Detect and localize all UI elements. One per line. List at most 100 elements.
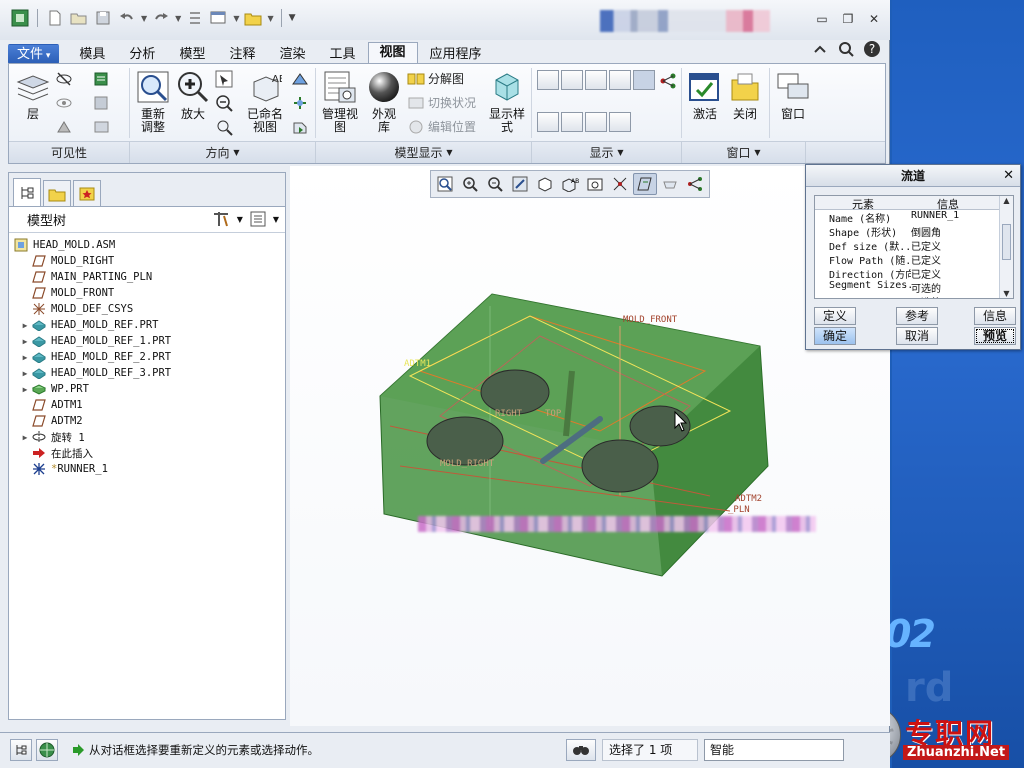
group-display[interactable]: 显示 ▼ bbox=[532, 142, 682, 163]
tree-item[interactable]: ▶ HEAD_MOLD_REF_1.PRT bbox=[9, 333, 285, 349]
plane-display-toggle[interactable] bbox=[537, 70, 559, 90]
cancel-button[interactable]: 取消 bbox=[896, 327, 938, 345]
new-icon[interactable] bbox=[45, 8, 65, 28]
folder-icon[interactable] bbox=[243, 8, 263, 28]
chevron-down-icon[interactable]: ▼ bbox=[237, 215, 243, 224]
show-browser-button[interactable] bbox=[36, 739, 58, 761]
tab-6[interactable]: 工具 bbox=[317, 44, 367, 64]
tree-item[interactable]: ADTM2 bbox=[9, 413, 285, 429]
annotation-display-toggle[interactable] bbox=[633, 70, 655, 90]
spin-icon[interactable] bbox=[215, 118, 233, 136]
tab-3[interactable]: 模型 bbox=[167, 44, 217, 64]
tab-7[interactable]: 视图 bbox=[367, 42, 418, 64]
scroll-down-icon[interactable]: ▼ bbox=[1000, 289, 1013, 298]
table-row[interactable]: Name (名称) RUNNER_1 bbox=[815, 210, 1013, 224]
unhide-icon[interactable] bbox=[55, 118, 73, 136]
expand-arrow-icon[interactable]: ▶ bbox=[19, 337, 31, 346]
help-icon[interactable]: ? bbox=[863, 40, 881, 58]
open-icon[interactable] bbox=[69, 8, 89, 28]
tab-5[interactable]: 渲染 bbox=[267, 44, 317, 64]
scroll-up-icon[interactable]: ▲ bbox=[1000, 196, 1013, 205]
status-save-icon[interactable] bbox=[93, 94, 111, 112]
folder-dropdown-icon[interactable]: ▼ bbox=[267, 14, 273, 23]
tree-item[interactable]: ▶ HEAD_MOLD_REF_2.PRT bbox=[9, 349, 285, 365]
group-model-display[interactable]: 模型显示 ▼ bbox=[316, 142, 532, 163]
zoom-in-button[interactable]: 放大 bbox=[175, 70, 211, 121]
close-icon[interactable]: ✕ bbox=[1003, 165, 1014, 187]
refs-button[interactable]: 参考 bbox=[896, 307, 938, 325]
tab-1[interactable]: 模具 bbox=[67, 44, 117, 64]
redo-dropdown-icon[interactable]: ▼ bbox=[175, 14, 181, 23]
tab-0[interactable]: 文件 ▾ bbox=[8, 44, 60, 64]
tab-8[interactable]: 应用程序 bbox=[418, 44, 494, 64]
table-row[interactable]: ...可选的 bbox=[815, 294, 1013, 298]
search-icon[interactable] bbox=[837, 40, 855, 58]
table-row[interactable]: Flow Path (随...已定义 bbox=[815, 252, 1013, 266]
saved-views-button[interactable]: AB 已命名 视图 bbox=[245, 70, 285, 134]
point-tag-toggle[interactable] bbox=[585, 112, 607, 132]
csys-display-toggle[interactable] bbox=[609, 70, 631, 90]
undo-dropdown-icon[interactable]: ▼ bbox=[141, 14, 147, 23]
info-button[interactable]: 信息 bbox=[974, 307, 1016, 325]
spin-center-icon[interactable] bbox=[659, 72, 677, 90]
tree-item[interactable]: * RUNNER_1 bbox=[9, 461, 285, 477]
csys-tag-toggle[interactable] bbox=[609, 112, 631, 132]
selection-filter[interactable]: 智能 bbox=[704, 739, 844, 761]
minimize-icon[interactable]: ▭ bbox=[814, 12, 830, 26]
windows-icon[interactable] bbox=[209, 8, 229, 28]
refit-button[interactable]: 重新 调整 bbox=[135, 70, 171, 134]
table-row[interactable]: Segment Sizes...可选的 bbox=[815, 280, 1013, 294]
tree-item[interactable]: ▶ HEAD_MOLD_REF_3.PRT bbox=[9, 365, 285, 381]
graphics-area[interactable]: AB MOLD_FRONT ADTM1 ADTM2 _PLN MOLD_RIGH… bbox=[290, 166, 890, 726]
preview-button[interactable]: 预览 bbox=[974, 327, 1016, 345]
tree-item[interactable]: 在此插入 bbox=[9, 445, 285, 461]
app-icon[interactable] bbox=[10, 8, 30, 28]
tree-item[interactable]: ▶ 旋转 1 bbox=[9, 429, 285, 445]
collapse-ribbon-icon[interactable] bbox=[811, 40, 829, 58]
show-navigator-button[interactable] bbox=[10, 739, 32, 761]
group-orientation[interactable]: 方向 ▼ bbox=[130, 142, 316, 163]
close-icon[interactable]: ✕ bbox=[866, 12, 882, 26]
tab-4[interactable]: 注释 bbox=[217, 44, 267, 64]
chevron-down-icon[interactable]: ▼ bbox=[273, 215, 279, 224]
tree-item[interactable]: ADTM1 bbox=[9, 397, 285, 413]
find-button[interactable] bbox=[566, 739, 596, 761]
expand-arrow-icon[interactable]: ▶ bbox=[19, 353, 31, 362]
maximize-icon[interactable]: ❐ bbox=[840, 12, 856, 26]
axis-tag-toggle[interactable] bbox=[561, 112, 583, 132]
layer-button[interactable]: 层 bbox=[15, 70, 51, 121]
table-row[interactable]: Direction (方向)已定义 bbox=[815, 266, 1013, 280]
show-icon[interactable] bbox=[55, 94, 73, 112]
mold-model-view[interactable]: MOLD_FRONT ADTM1 ADTM2 _PLN MOLD_RIGHT R… bbox=[290, 166, 890, 726]
table-row[interactable]: Shape (形状) 倒圆角 bbox=[815, 224, 1013, 238]
status-reset-icon[interactable] bbox=[93, 118, 111, 136]
hide-icon[interactable] bbox=[55, 70, 73, 88]
tab-2[interactable]: 分析 bbox=[117, 44, 167, 64]
undo-icon[interactable] bbox=[117, 8, 137, 28]
group-window[interactable]: 窗口 ▼ bbox=[682, 142, 806, 163]
view-manager-button[interactable]: 管理视 图 bbox=[319, 70, 361, 134]
display-style-button[interactable]: 显示样 式 bbox=[487, 70, 527, 134]
define-button[interactable]: 定义 bbox=[814, 307, 856, 325]
table-scrollbar[interactable]: ▲ ▼ bbox=[999, 196, 1013, 298]
toggle-status-button[interactable]: 切换状况 bbox=[407, 94, 476, 111]
table-row[interactable]: Def size (默... 已定义 bbox=[815, 238, 1013, 252]
activate-window-button[interactable]: 激活 bbox=[685, 70, 725, 121]
customize-icon[interactable]: ▼ bbox=[289, 13, 296, 23]
settings-tools-icon[interactable] bbox=[211, 210, 231, 228]
tree-item[interactable]: MOLD_DEF_CSYS bbox=[9, 301, 285, 317]
expand-arrow-icon[interactable]: ▶ bbox=[19, 433, 31, 442]
save-icon[interactable] bbox=[93, 8, 113, 28]
status-icon[interactable] bbox=[93, 70, 111, 88]
tree-item[interactable]: MOLD_FRONT bbox=[9, 285, 285, 301]
tree-item[interactable]: MAIN_PARTING_PLN bbox=[9, 269, 285, 285]
show-filter-icon[interactable] bbox=[249, 210, 267, 228]
tree-item[interactable]: ▶ WP.PRT bbox=[9, 381, 285, 397]
tree-item[interactable]: MOLD_RIGHT bbox=[9, 253, 285, 269]
regenerate-icon[interactable] bbox=[185, 8, 205, 28]
group-visibility[interactable]: 可见性 bbox=[9, 142, 130, 163]
scroll-thumb[interactable] bbox=[1002, 224, 1011, 260]
redo-icon[interactable] bbox=[151, 8, 171, 28]
expand-arrow-icon[interactable]: ▶ bbox=[19, 385, 31, 394]
axis-display-toggle[interactable] bbox=[561, 70, 583, 90]
